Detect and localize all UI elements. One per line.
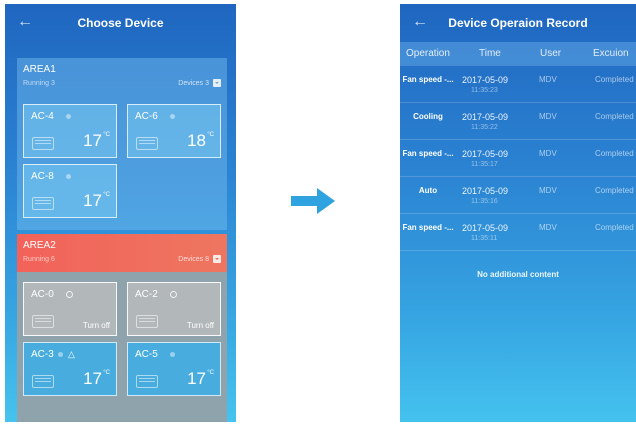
page-title: Choose Device (77, 16, 164, 30)
area-header[interactable]: AREA1 Running 3 Devices 3 (17, 58, 227, 96)
status-dot-icon (58, 352, 63, 357)
table-header: Operation Time User Excuion (400, 42, 636, 66)
device-tile-ac-8[interactable]: AC-8 17 °C (23, 164, 117, 218)
user-cell: MDV (539, 186, 557, 195)
operation-cell: Fan speed -... (402, 223, 454, 232)
user-cell: MDV (539, 223, 557, 232)
temperature-unit: °C (207, 132, 214, 138)
area-header[interactable]: AREA2 Running 6 Devices 8 (17, 234, 227, 272)
date-cell: 2017-05-09 (462, 223, 509, 233)
area-running-count: Running 3 (23, 80, 55, 87)
right-arrow-icon (291, 188, 335, 214)
column-header-operation: Operation (406, 48, 450, 59)
status-ring-icon (66, 291, 73, 298)
status-dot-icon (66, 114, 71, 119)
device-temperature: 17 (83, 131, 102, 150)
operation-cell: Fan speed -... (402, 149, 454, 158)
device-status: Turn off (186, 321, 214, 330)
device-name: AC-4 (31, 111, 54, 122)
time-cell: 11:35:17 (471, 161, 498, 168)
status-ring-icon (170, 291, 177, 298)
area-devices-count: Devices 8 (178, 256, 209, 263)
air-conditioner-icon (136, 375, 158, 388)
top-bar: ← Choose Device (5, 4, 236, 42)
user-cell: MDV (539, 75, 557, 84)
device-tile-ac-6[interactable]: AC-6 18 °C (127, 104, 221, 158)
area-card-area2: AREA2 Running 6 Devices 8 AC-0 Turn off … (17, 234, 227, 422)
device-name: AC-3 (31, 349, 54, 360)
end-of-list-message: No additional content (477, 270, 559, 279)
air-conditioner-icon (32, 137, 54, 150)
device-name: AC-6 (135, 111, 158, 122)
date-cell: 2017-05-09 (462, 75, 509, 85)
table-row[interactable]: Fan speed -... 2017-05-09 11:35:11 MDV C… (400, 214, 636, 251)
air-conditioner-icon (32, 197, 54, 210)
table-row[interactable]: Fan speed -... 2017-05-09 11:35:23 MDV C… (400, 66, 636, 103)
status-cell: Completed (595, 112, 634, 121)
device-name: AC-5 (135, 349, 158, 360)
area-running-count: Running 6 (23, 256, 55, 263)
status-cell: Completed (595, 75, 634, 84)
date-cell: 2017-05-09 (462, 149, 509, 159)
user-cell: MDV (539, 112, 557, 121)
status-dot-icon (66, 174, 71, 179)
table-row[interactable]: Cooling 2017-05-09 11:35:22 MDV Complete… (400, 103, 636, 140)
device-tile-ac-5[interactable]: AC-5 17 °C (127, 342, 221, 396)
area-name: AREA2 (23, 240, 56, 251)
time-cell: 11:35:11 (471, 235, 498, 242)
device-temperature: 17 (83, 191, 102, 210)
collapse-toggle-icon[interactable] (213, 79, 221, 87)
warning-icon: △ (68, 349, 75, 359)
time-cell: 11:35:22 (471, 124, 498, 131)
column-header-time: Time (479, 48, 501, 59)
device-status: Turn off (82, 321, 110, 330)
air-conditioner-icon (136, 315, 158, 328)
device-name: AC-8 (31, 171, 54, 182)
operation-record-screen: ← Device Operaion Record Operation Time … (400, 4, 636, 422)
page-title: Device Operaion Record (448, 16, 588, 30)
device-temperature: 18 (187, 131, 206, 150)
time-cell: 11:35:16 (471, 198, 498, 205)
status-cell: Completed (595, 186, 634, 195)
status-cell: Completed (595, 149, 634, 158)
device-temperature: 17 (187, 369, 206, 388)
table-row[interactable]: Fan speed -... 2017-05-09 11:35:17 MDV C… (400, 140, 636, 177)
device-tile-ac-0[interactable]: AC-0 Turn off (23, 282, 117, 336)
column-header-user: User (540, 48, 562, 59)
status-cell: Completed (595, 223, 634, 232)
device-tile-ac-3[interactable]: AC-3 △ 17 °C (23, 342, 117, 396)
temperature-unit: °C (103, 370, 110, 376)
air-conditioner-icon (136, 137, 158, 150)
device-temperature: 17 (83, 369, 102, 388)
device-tile-ac-4[interactable]: AC-4 17 °C (23, 104, 117, 158)
air-conditioner-icon (32, 375, 54, 388)
collapse-toggle-icon[interactable] (213, 255, 221, 263)
temperature-unit: °C (103, 132, 110, 138)
operation-cell: Fan speed -... (402, 75, 454, 84)
column-header-execution: Excuion (593, 48, 629, 59)
area-card-area1: AREA1 Running 3 Devices 3 AC-4 17 °C AC-… (17, 58, 227, 230)
user-cell: MDV (539, 149, 557, 158)
time-cell: 11:35:23 (471, 87, 498, 94)
operation-cell: Auto (418, 186, 438, 195)
device-tile-ac-2[interactable]: AC-2 Turn off (127, 282, 221, 336)
date-cell: 2017-05-09 (462, 112, 509, 122)
device-name: AC-2 (135, 289, 158, 300)
temperature-unit: °C (103, 192, 110, 198)
date-cell: 2017-05-09 (462, 186, 509, 196)
area-devices-count: Devices 3 (178, 80, 209, 87)
status-dot-icon (170, 114, 175, 119)
device-name: AC-0 (31, 289, 54, 300)
temperature-unit: °C (207, 370, 214, 376)
choose-device-screen: ← Choose Device AREA1 Running 3 Devices … (5, 4, 236, 422)
table-row[interactable]: Auto 2017-05-09 11:35:16 MDV Completed (400, 177, 636, 214)
status-dot-icon (170, 352, 175, 357)
top-bar: ← Device Operaion Record (400, 4, 636, 42)
operation-cell: Cooling (413, 112, 443, 121)
air-conditioner-icon (32, 315, 54, 328)
area-name: AREA1 (23, 64, 56, 75)
